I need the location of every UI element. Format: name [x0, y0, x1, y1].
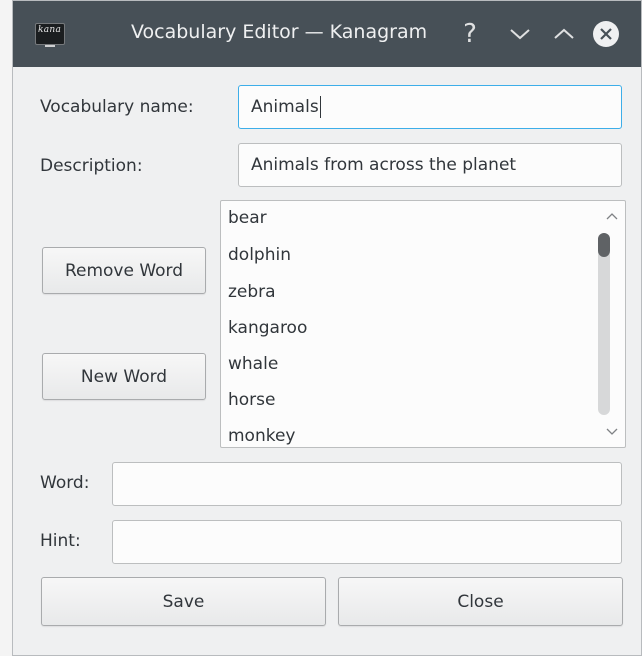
new-word-button[interactable]: New Word [42, 353, 206, 400]
word-list[interactable]: bear dolphin zebra kangaroo whale horse … [220, 200, 626, 448]
minimize-button[interactable] [505, 19, 535, 49]
list-item[interactable]: monkey [228, 426, 296, 446]
remove-word-button[interactable]: Remove Word [42, 247, 206, 294]
close-circle-icon [593, 21, 619, 47]
close-window-button[interactable] [591, 19, 621, 49]
close-button[interactable]: Close [338, 577, 623, 626]
scrollbar-track[interactable] [598, 233, 610, 415]
vocabulary-name-input[interactable]: Animals [238, 85, 622, 129]
window-title: Vocabulary Editor — Kanagram [131, 21, 428, 43]
description-value: Animals from across the planet [251, 155, 517, 175]
description-label: Description: [40, 156, 143, 176]
chevron-up-icon [554, 28, 574, 39]
vocabulary-name-label: Vocabulary name: [40, 97, 194, 117]
scrollbar-thumb[interactable] [598, 233, 610, 257]
chevron-down-icon [510, 29, 530, 40]
word-label: Word: [40, 473, 90, 493]
maximize-button[interactable] [549, 19, 579, 49]
list-item[interactable]: dolphin [228, 245, 291, 265]
text-cursor [319, 96, 321, 118]
list-item[interactable]: zebra [228, 282, 276, 302]
hint-input[interactable] [112, 520, 622, 564]
app-icon-text: kana [38, 25, 62, 35]
scroll-up-arrow-icon[interactable] [605, 210, 619, 224]
hint-label: Hint: [40, 531, 81, 551]
list-item[interactable]: kangaroo [228, 318, 307, 338]
help-button[interactable]: ? [455, 19, 485, 49]
vocabulary-editor-window: kana Vocabulary Editor — Kanagram ? Voca… [12, 0, 642, 656]
list-item[interactable]: whale [228, 354, 278, 374]
save-button[interactable]: Save [41, 577, 326, 626]
vocabulary-name-value: Animals [251, 97, 319, 117]
kanagram-app-icon: kana [35, 23, 65, 47]
scroll-down-arrow-icon[interactable] [605, 424, 619, 438]
description-input[interactable]: Animals from across the planet [238, 143, 622, 187]
word-input[interactable] [112, 462, 622, 506]
help-icon: ? [463, 19, 477, 49]
title-bar[interactable]: kana Vocabulary Editor — Kanagram ? [13, 1, 641, 67]
list-item[interactable]: bear [228, 208, 267, 228]
list-item[interactable]: horse [228, 390, 275, 410]
